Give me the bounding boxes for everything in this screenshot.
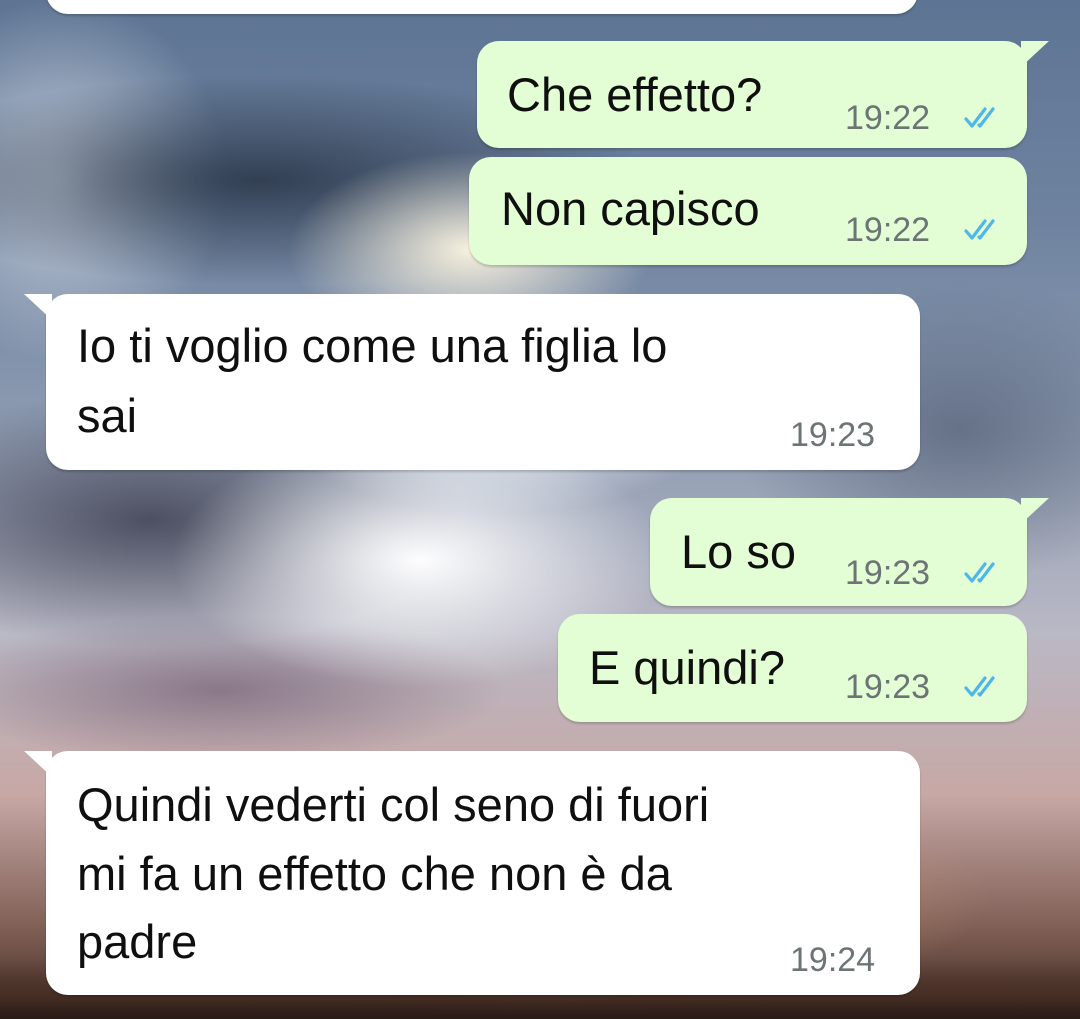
message-time: 19:23	[845, 554, 931, 592]
message-text: Che effetto?	[507, 68, 763, 121]
message-text-line: Quindi vederti col seno di fuori	[77, 778, 710, 831]
message-bubble-outgoing[interactable]: Lo so 19:23	[650, 498, 1049, 606]
partial-message-bubble[interactable]	[46, 0, 918, 14]
message-time: 19:23	[845, 668, 931, 706]
bubble-tail	[1021, 498, 1049, 524]
message-bubble-incoming[interactable]: Io ti voglio come una figlia lo sai 19:2…	[24, 294, 920, 470]
double-check-read-icon	[964, 219, 995, 240]
bubble-tail	[24, 294, 52, 320]
message-time: 19:22	[845, 99, 931, 137]
message-time: 19:22	[845, 211, 931, 249]
bubble-tail	[24, 751, 52, 777]
message-text: E quindi?	[589, 641, 785, 694]
message-bubble-incoming[interactable]: Quindi vederti col seno di fuori mi fa u…	[24, 751, 920, 995]
message-text: Non capisco	[501, 182, 760, 235]
message-bubble-outgoing[interactable]: E quindi? 19:23	[558, 614, 1027, 722]
message-bubble-outgoing[interactable]: Non capisco 19:22	[469, 157, 1027, 265]
message-time: 19:24	[790, 941, 876, 979]
message-text-line: mi fa un effetto che non è da	[77, 847, 672, 900]
message-text: Lo so	[681, 525, 796, 578]
message-text-line: padre	[77, 915, 198, 968]
message-text-line: Io ti voglio come una figlia lo	[77, 319, 668, 372]
double-check-read-icon	[964, 107, 995, 128]
bubble-tail	[1021, 41, 1049, 67]
double-check-read-icon	[964, 676, 995, 697]
message-text-line: sai	[77, 389, 138, 442]
message-bubble-outgoing[interactable]: Che effetto? 19:22	[477, 41, 1049, 148]
double-check-read-icon	[964, 562, 995, 583]
message-time: 19:23	[790, 416, 876, 454]
